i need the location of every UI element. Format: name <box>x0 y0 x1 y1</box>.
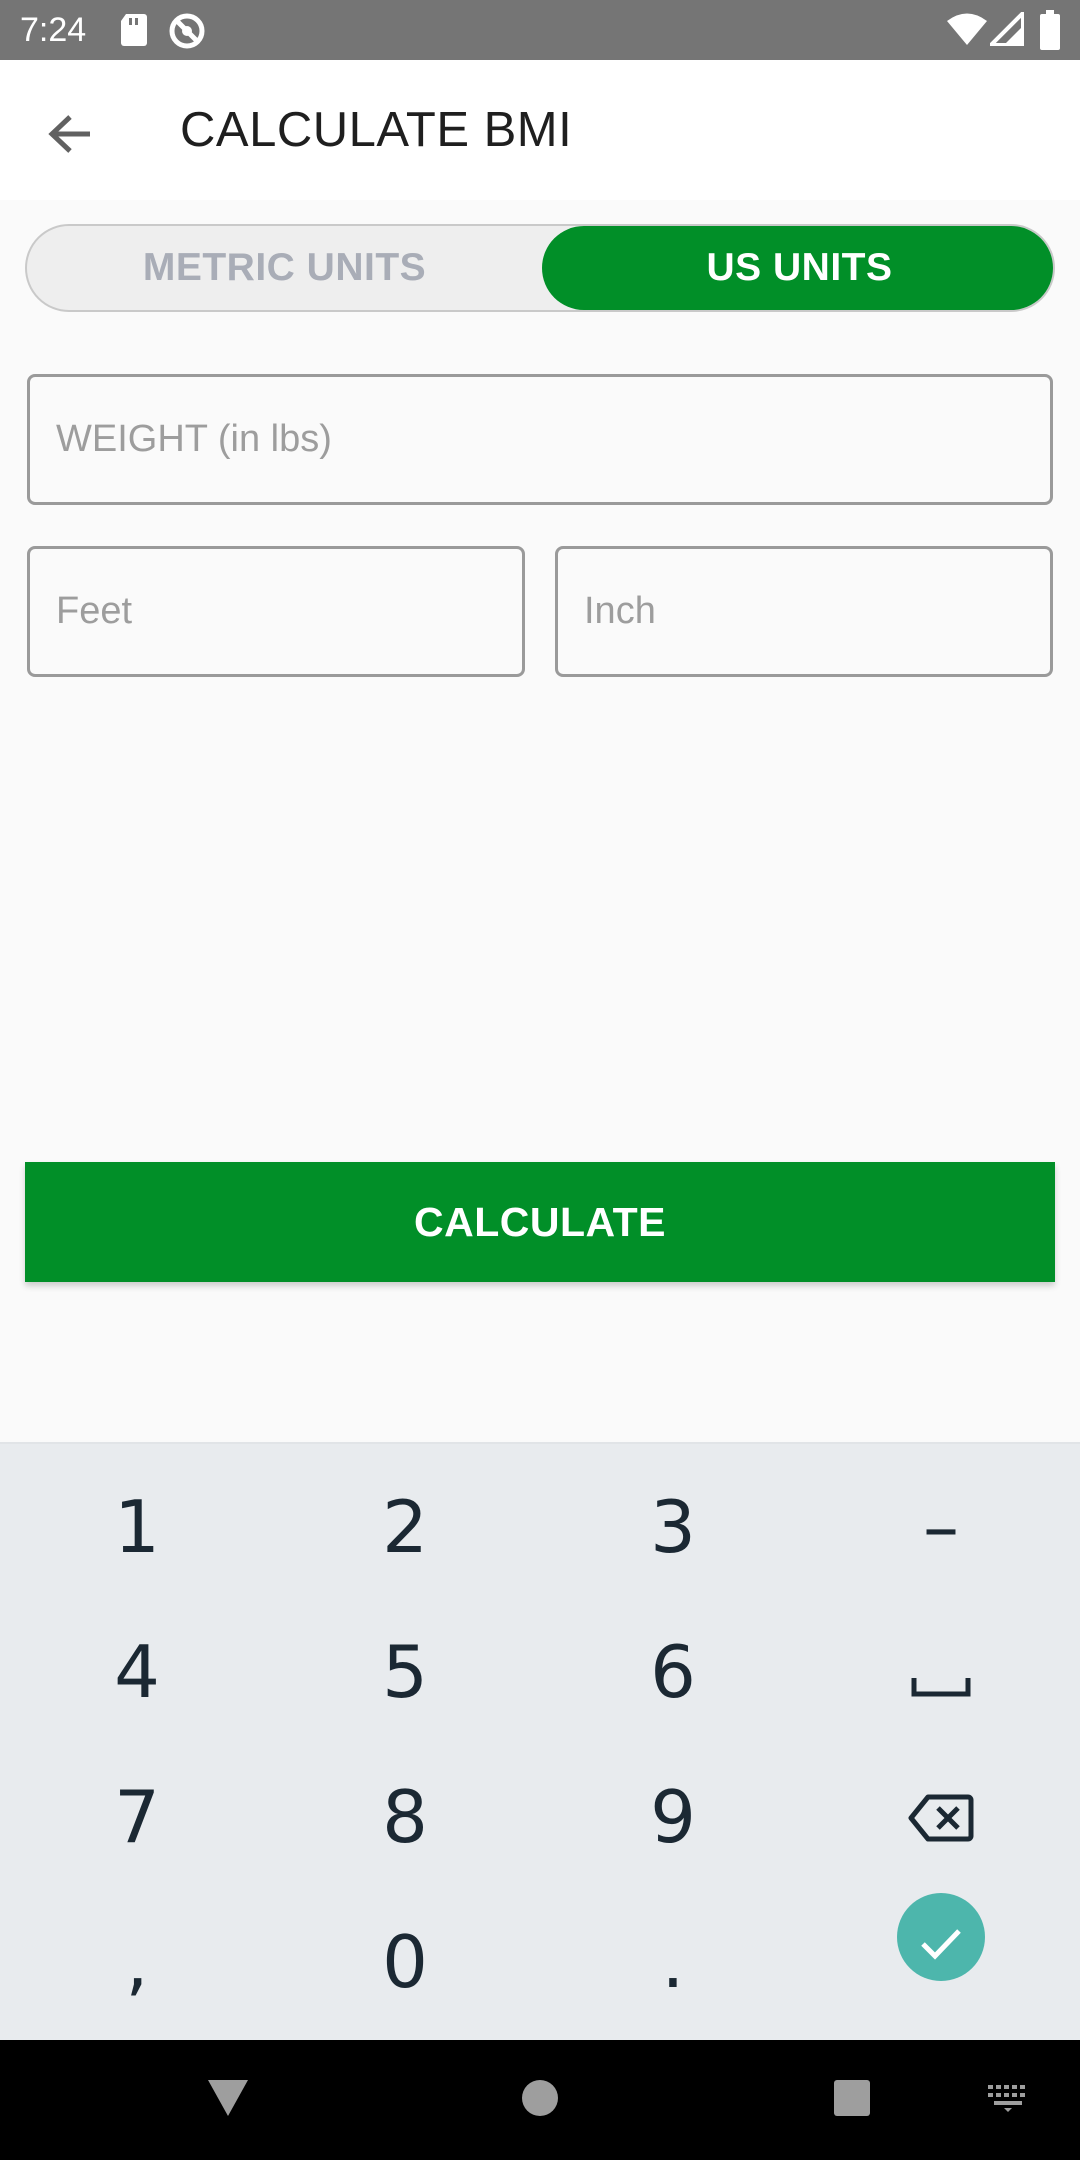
key-space[interactable] <box>807 1599 1075 1744</box>
app-bar: CALCULATE BMI <box>0 60 1080 200</box>
unit-toggle: METRIC UNITS US UNITS <box>25 224 1055 312</box>
key-comma[interactable]: , <box>3 1889 271 2034</box>
weight-field-container <box>27 374 1053 505</box>
status-time: 7:24 <box>20 11 87 49</box>
no-sync-icon <box>168 12 206 55</box>
status-bar: 7:24 <box>0 0 1080 60</box>
key-period[interactable]: . <box>539 1889 807 2034</box>
nav-recents-button[interactable] <box>812 2060 892 2140</box>
key-2[interactable]: 2 <box>271 1454 539 1599</box>
key-3[interactable]: 3 <box>539 1454 807 1599</box>
signal-icon <box>986 8 1025 51</box>
key-9[interactable]: 9 <box>539 1744 807 1889</box>
key-minus[interactable]: – <box>807 1454 1075 1599</box>
page-title: CALCULATE BMI <box>180 103 573 157</box>
feet-field-container <box>27 546 525 677</box>
battery-icon <box>1040 10 1060 55</box>
sd-card-icon <box>120 12 148 53</box>
back-triangle-icon <box>206 2078 250 2123</box>
checkmark-icon <box>919 1895 963 1979</box>
recents-square-icon <box>833 2079 871 2122</box>
key-4[interactable]: 4 <box>3 1599 271 1744</box>
numeric-keyboard: 1 2 3 – 4 5 6 7 8 9 , 0 . <box>0 1442 1080 2040</box>
back-button[interactable] <box>30 96 110 176</box>
arrow-left-icon <box>48 114 92 159</box>
key-8[interactable]: 8 <box>271 1744 539 1889</box>
navigation-bar <box>0 2040 1080 2160</box>
space-bar-icon <box>911 1630 971 1714</box>
key-7[interactable]: 7 <box>3 1744 271 1889</box>
key-done[interactable] <box>807 1864 1075 2009</box>
home-circle-icon <box>520 2078 560 2123</box>
backspace-icon <box>908 1775 974 1859</box>
tab-us-units[interactable]: US UNITS <box>542 226 1053 310</box>
calculate-button[interactable]: CALCULATE <box>25 1162 1055 1282</box>
nav-keyboard-button[interactable] <box>968 2060 1048 2140</box>
inch-field-container <box>555 546 1053 677</box>
feet-input[interactable] <box>30 549 522 674</box>
wifi-icon <box>946 12 988 51</box>
key-5[interactable]: 5 <box>271 1599 539 1744</box>
inch-input[interactable] <box>558 549 1050 674</box>
nav-home-button[interactable] <box>500 2060 580 2140</box>
key-1[interactable]: 1 <box>3 1454 271 1599</box>
key-6[interactable]: 6 <box>539 1599 807 1744</box>
keyboard-switch-icon <box>986 2083 1030 2118</box>
nav-back-button[interactable] <box>188 2060 268 2140</box>
key-0[interactable]: 0 <box>271 1889 539 2034</box>
weight-input[interactable] <box>30 377 1050 502</box>
done-button <box>897 1892 985 1981</box>
tab-metric-units[interactable]: METRIC UNITS <box>27 226 542 310</box>
